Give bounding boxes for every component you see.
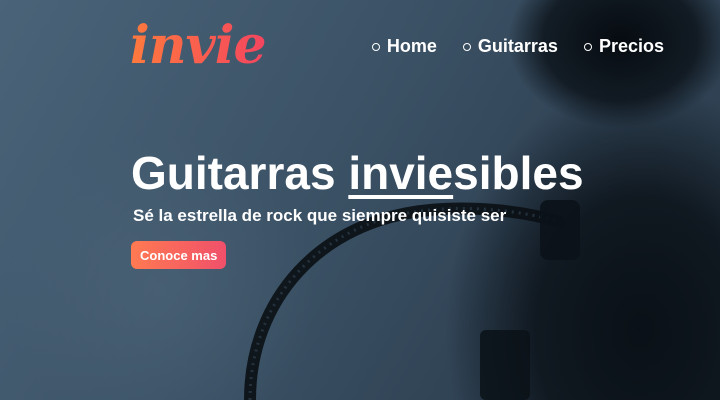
nav-item-label: Precios bbox=[598, 36, 664, 56]
bullet-circle-icon bbox=[462, 42, 471, 51]
invie-logo[interactable]: invie bbox=[130, 16, 267, 76]
nav-item-label: Guitarras bbox=[477, 36, 558, 56]
site-header: invie Home Guitarras Precios bbox=[0, 0, 720, 90]
nav-item-precios[interactable]: Precios bbox=[583, 36, 664, 57]
conoce-mas-button[interactable]: Conoce mas bbox=[131, 241, 227, 269]
hero-title-highlight: invie bbox=[348, 147, 454, 199]
hero-title: Guitarras inviesibles bbox=[131, 143, 584, 203]
bullet-circle-icon bbox=[583, 42, 592, 51]
nav-item-label: Home bbox=[386, 36, 437, 56]
nav-item-guitarras[interactable]: Guitarras bbox=[462, 36, 558, 57]
hero-subtitle: Sé la estrella de rock que siempre quisi… bbox=[133, 206, 507, 225]
hero-title-suffix: sibles bbox=[453, 147, 584, 199]
nav-item-home[interactable]: Home bbox=[371, 36, 437, 57]
bullet-circle-icon bbox=[371, 42, 380, 51]
main-nav: Home Guitarras Precios bbox=[371, 36, 664, 57]
hero-title-prefix: Guitarras bbox=[131, 147, 349, 199]
